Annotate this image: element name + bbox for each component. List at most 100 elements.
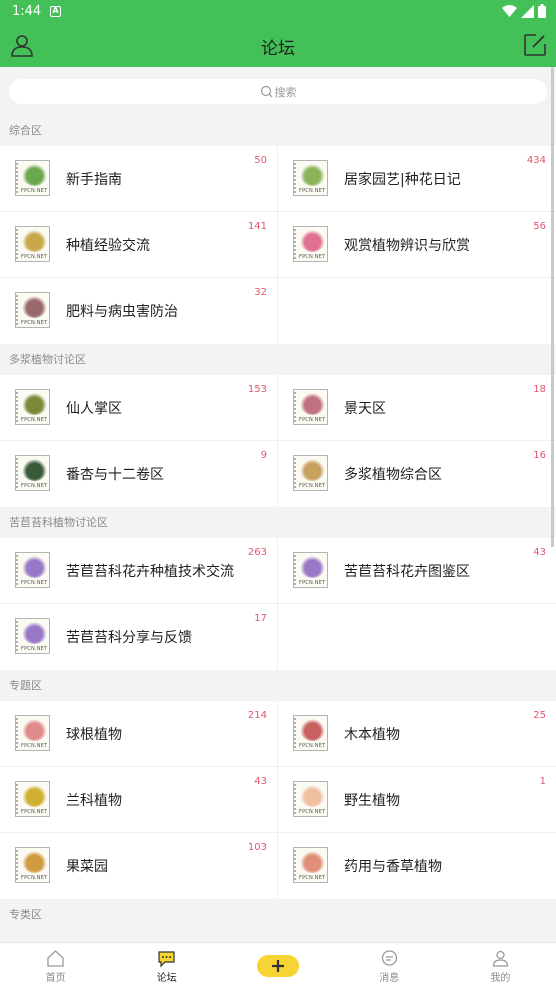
- plant-image: [300, 164, 325, 186]
- board-thumbnail: FPCN.NET: [15, 552, 50, 588]
- forum-board-item[interactable]: FPCN.NET 肥料与病虫害防治 32: [0, 278, 278, 344]
- board-thumbnail: FPCN.NET: [293, 389, 328, 425]
- profile-icon: [492, 950, 509, 967]
- board-name: 肥料与病虫害防治: [66, 304, 178, 320]
- post-button[interactable]: [257, 955, 299, 977]
- forum-board-item[interactable]: FPCN.NET 种植经验交流 141: [0, 212, 278, 278]
- plant-image: [300, 459, 325, 481]
- board-name: 球根植物: [66, 727, 122, 743]
- section-grid: FPCN.NET 苦苣苔科花卉种植技术交流 263 FPCN.NET 苦苣苔科花卉图鉴区…: [0, 538, 556, 670]
- forum-board-item[interactable]: FPCN.NET 居家园艺|种花日记 434: [278, 146, 556, 212]
- scrollbar[interactable]: [551, 67, 554, 547]
- forum-list[interactable]: 搜索 综合区 FPCN.NET 新手指南 50 FPCN.NET 居家园艺|种花日记 434…: [0, 67, 556, 942]
- plant-image: [300, 393, 325, 415]
- tab-messages-label: 消息: [379, 973, 400, 984]
- forum-board-item[interactable]: FPCN.NET 球根植物 214: [0, 701, 278, 767]
- section-title: 多浆植物讨论区: [9, 353, 86, 366]
- binder-rings: [293, 784, 296, 814]
- forum-board-item[interactable]: FPCN.NET 苦苣苔科花卉图鉴区 43: [278, 538, 556, 604]
- section-title: 综合区: [9, 124, 42, 137]
- post-count: 434: [526, 155, 546, 166]
- thumb-brand: FPCN.NET: [299, 483, 326, 489]
- message-icon: [381, 950, 397, 966]
- forum-board-item[interactable]: FPCN.NET 新手指南 50: [0, 146, 278, 212]
- page-title: 论坛: [261, 39, 295, 59]
- tab-post[interactable]: [222, 943, 333, 990]
- post-count: 18: [533, 384, 546, 395]
- thumb-brand: FPCN.NET: [21, 188, 48, 194]
- forum-board-item[interactable]: FPCN.NET 苦苣苔科分享与反馈 17: [0, 604, 278, 670]
- empty-cell: [278, 278, 556, 344]
- forum-board-item[interactable]: FPCN.NET 番杏与十二卷区 9: [0, 441, 278, 507]
- forum-board-item[interactable]: FPCN.NET 景天区 18: [278, 375, 556, 441]
- binder-rings: [15, 458, 18, 488]
- plant-image: [22, 785, 47, 807]
- plant-image: [300, 719, 325, 741]
- post-count: 141: [247, 221, 267, 232]
- section-grid: FPCN.NET 新手指南 50 FPCN.NET 居家园艺|种花日记 434 FPCN.N…: [0, 146, 556, 344]
- wifi-icon: [502, 4, 517, 17]
- tab-profile[interactable]: 我的: [445, 943, 556, 990]
- forum-board-item[interactable]: FPCN.NET 仙人掌区 153: [0, 375, 278, 441]
- post-count: 43: [254, 776, 267, 787]
- board-thumbnail: FPCN.NET: [293, 455, 328, 491]
- board-name: 仙人掌区: [66, 401, 122, 417]
- post-count: 263: [247, 547, 267, 558]
- plant-image: [22, 556, 47, 578]
- forum-row: FPCN.NET 肥料与病虫害防治 32: [0, 278, 556, 344]
- board-name: 苦苣苔科花卉种植技术交流: [66, 564, 234, 580]
- binder-rings: [293, 718, 296, 748]
- board-thumbnail: FPCN.NET: [293, 160, 328, 196]
- compose-icon[interactable]: [522, 32, 548, 58]
- forum-board-item[interactable]: FPCN.NET 果菜园 103: [0, 833, 278, 899]
- board-thumbnail: FPCN.NET: [15, 292, 50, 328]
- board-thumbnail: FPCN.NET: [15, 226, 50, 262]
- forum-board-item[interactable]: FPCN.NET 木本植物 25: [278, 701, 556, 767]
- plant-image: [22, 393, 47, 415]
- plant-image: [300, 785, 325, 807]
- thumb-brand: FPCN.NET: [299, 743, 326, 749]
- post-count: 17: [254, 613, 267, 624]
- binder-rings: [15, 718, 18, 748]
- thumb-brand: FPCN.NET: [299, 580, 326, 586]
- thumb-brand: FPCN.NET: [299, 188, 326, 194]
- board-name: 居家园艺|种花日记: [344, 172, 461, 188]
- section-grid: FPCN.NET 仙人掌区 153 FPCN.NET 景天区 18 FPCN.NET 番杏与十…: [0, 375, 556, 507]
- plant-image: [22, 719, 47, 741]
- forum-board-item[interactable]: FPCN.NET 多浆植物综合区 16: [278, 441, 556, 507]
- forum-board-item[interactable]: FPCN.NET 苦苣苔科花卉种植技术交流 263: [0, 538, 278, 604]
- tab-forum[interactable]: 论坛: [111, 943, 222, 990]
- tab-home[interactable]: 首页: [0, 943, 111, 990]
- binder-rings: [15, 850, 18, 880]
- forum-icon: [158, 951, 175, 968]
- battery-icon: [538, 4, 546, 18]
- board-name: 观赏植物辨识与欣赏: [344, 238, 470, 254]
- section-title: 专类区: [9, 908, 42, 921]
- section-title: 专题区: [9, 679, 42, 692]
- plant-image: [300, 230, 325, 252]
- binder-rings: [15, 295, 18, 325]
- post-count: 9: [260, 450, 267, 461]
- search-input[interactable]: 搜索: [9, 79, 547, 104]
- board-thumbnail: FPCN.NET: [15, 455, 50, 491]
- forum-board-item[interactable]: FPCN.NET 野生植物 1: [278, 767, 556, 833]
- binder-rings: [15, 784, 18, 814]
- status-bar: 1:44 A: [0, 0, 556, 24]
- section-title: 苦苣苔科植物讨论区: [9, 516, 108, 529]
- forum-board-item[interactable]: FPCN.NET 药用与香草植物: [278, 833, 556, 899]
- board-name: 番杏与十二卷区: [66, 467, 164, 483]
- board-name: 苦苣苔科分享与反馈: [66, 630, 192, 646]
- forum-board-item[interactable]: FPCN.NET 兰科植物 43: [0, 767, 278, 833]
- plant-image: [22, 851, 47, 873]
- search-icon: [260, 85, 272, 98]
- post-count: 103: [247, 842, 267, 853]
- signal-icon: [521, 4, 534, 18]
- tab-home-label: 首页: [45, 973, 66, 984]
- tab-forum-label: 论坛: [156, 973, 177, 984]
- status-icons: [502, 4, 546, 18]
- binder-rings: [15, 163, 18, 193]
- forum-board-item[interactable]: FPCN.NET 观赏植物辨识与欣赏 56: [278, 212, 556, 278]
- plant-image: [300, 556, 325, 578]
- tab-messages[interactable]: 消息: [334, 943, 445, 990]
- search-area: 搜索: [0, 67, 556, 115]
